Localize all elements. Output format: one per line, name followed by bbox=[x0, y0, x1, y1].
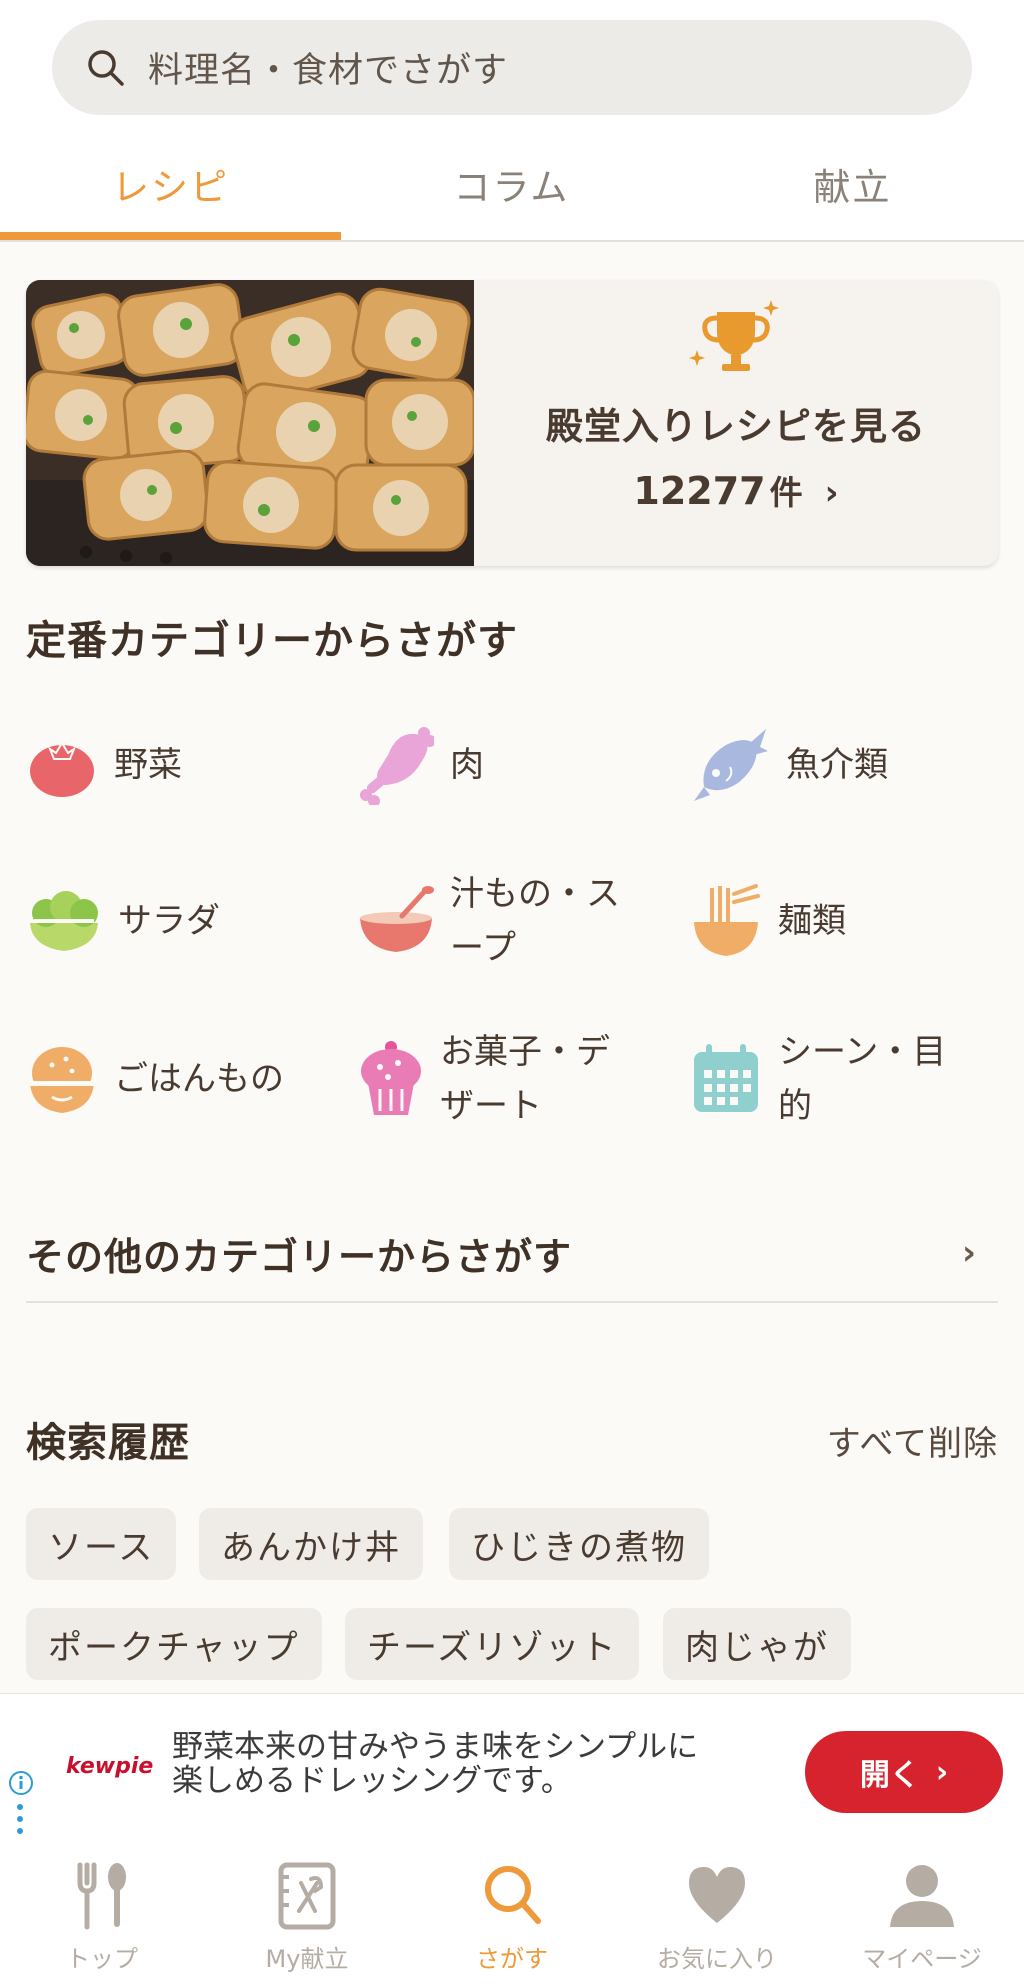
nav-label: My献立 bbox=[265, 1945, 349, 1973]
category-label: ごはんもの bbox=[114, 1059, 284, 1099]
chevron-right-icon: › bbox=[935, 1754, 949, 1790]
trophy-icon bbox=[689, 300, 779, 371]
category-label: 肉 bbox=[450, 745, 484, 785]
fork-knife-icon bbox=[77, 1862, 126, 1930]
tab-column[interactable]: コラム bbox=[341, 128, 682, 240]
heart-icon bbox=[689, 1867, 745, 1923]
hall-of-fame-banner[interactable]: 殿堂入りレシピを見る 12277 件 › bbox=[26, 280, 998, 566]
category-meat[interactable]: 肉 bbox=[358, 710, 678, 820]
category-label: サラダ bbox=[118, 901, 220, 941]
search-header: 料理名・食材でさがす bbox=[0, 0, 1024, 128]
hall-of-fame-count: 12277 bbox=[633, 469, 766, 513]
content-tabs: レシピ コラム 献立 bbox=[0, 128, 1024, 242]
nav-label: さがす bbox=[476, 1945, 548, 1973]
ad-text: 野菜本来の甘みやうま味をシンプルに 楽しめるドレッシングです。 bbox=[172, 1730, 772, 1798]
soup-icon bbox=[360, 886, 434, 952]
info-icon[interactable] bbox=[8, 1770, 34, 1796]
category-soup[interactable]: 汁もの・スープ bbox=[358, 866, 678, 976]
history-chip[interactable]: チーズリゾット bbox=[345, 1608, 640, 1680]
salad-icon bbox=[30, 891, 98, 951]
user-icon bbox=[890, 1865, 954, 1927]
fish-icon bbox=[694, 729, 768, 801]
chevron-right-icon: › bbox=[824, 473, 839, 513]
category-scene[interactable]: シーン・目的 bbox=[690, 1024, 1010, 1134]
category-label: お菓子・デザート bbox=[440, 1032, 610, 1126]
hall-of-fame-title: 殿堂入りレシピを見る bbox=[546, 405, 926, 448]
nav-item-my-page[interactable]: マイページ bbox=[820, 1847, 1024, 1984]
history-chip[interactable]: ソース bbox=[26, 1508, 177, 1580]
search-icon bbox=[88, 49, 124, 86]
cupcake-icon bbox=[361, 1041, 421, 1115]
category-rice-dishes[interactable]: ごはんもの bbox=[26, 1024, 346, 1134]
category-noodles[interactable]: 麺類 bbox=[690, 866, 1010, 976]
category-salad[interactable]: サラダ bbox=[26, 866, 346, 976]
more-options-icon[interactable] bbox=[17, 1804, 24, 1840]
hall-of-fame-count-row: 12277 件 › bbox=[474, 466, 998, 514]
nav-label: マイページ bbox=[862, 1945, 982, 1973]
nav-label: お気に入り bbox=[657, 1945, 777, 1973]
tab-recipe[interactable]: レシピ bbox=[0, 128, 341, 240]
category-label: 麺類 bbox=[778, 901, 846, 941]
spring-rolls-photo bbox=[26, 280, 474, 566]
ad-open-button[interactable]: 開く › bbox=[805, 1731, 1003, 1813]
meat-icon bbox=[360, 727, 434, 805]
chevron-right-icon: › bbox=[961, 1233, 976, 1273]
history-title: 検索履歴 bbox=[26, 1420, 190, 1466]
tomato-icon bbox=[30, 741, 94, 797]
ad-text-line: 野菜本来の甘みやうま味をシンプルに bbox=[172, 1729, 699, 1765]
category-vegetables[interactable]: 野菜 bbox=[26, 710, 346, 820]
ad-text-line: 楽しめるドレッシングです。 bbox=[172, 1763, 572, 1799]
history-chip[interactable]: ポークチャップ bbox=[26, 1608, 322, 1680]
category-label: シーン・目的 bbox=[778, 1032, 947, 1126]
menu-book-icon bbox=[278, 1862, 336, 1930]
noodles-icon bbox=[694, 884, 760, 956]
nav-item-search[interactable]: さがす bbox=[410, 1847, 614, 1984]
ad-banner[interactable]: kewpie 野菜本来の甘みやうま味をシンプルに 楽しめるドレッシングです。 開… bbox=[0, 1693, 1024, 1848]
search-input[interactable]: 料理名・食材でさがす bbox=[52, 20, 972, 115]
bottom-navigation: トップ My献立 さがす お気に入り マイページ bbox=[0, 1847, 1024, 1984]
nav-item-top[interactable]: トップ bbox=[0, 1847, 204, 1984]
category-label: 野菜 bbox=[114, 745, 182, 785]
category-seafood[interactable]: 魚介類 bbox=[690, 710, 1010, 820]
hall-of-fame-unit: 件 bbox=[769, 473, 803, 512]
calendar-icon bbox=[694, 1044, 758, 1112]
search-placeholder: 料理名・食材でさがす bbox=[148, 51, 509, 91]
category-sweets[interactable]: お菓子・デザート bbox=[358, 1024, 678, 1134]
ad-brand-logo: kewpie bbox=[66, 1754, 154, 1779]
search-icon bbox=[485, 1866, 541, 1924]
other-categories-link[interactable]: その他のカテゴリーからさがす › bbox=[26, 1205, 998, 1303]
history-chip[interactable]: ひじきの煮物 bbox=[449, 1508, 709, 1580]
category-label: 魚介類 bbox=[786, 745, 888, 785]
ad-open-label: 開く bbox=[859, 1758, 920, 1793]
hall-of-fame-info: 殿堂入りレシピを見る 12277 件 › bbox=[474, 280, 998, 566]
nav-item-my-menu[interactable]: My献立 bbox=[205, 1847, 409, 1984]
nav-item-favorites[interactable]: お気に入り bbox=[615, 1847, 819, 1984]
nav-label: トップ bbox=[66, 1945, 138, 1973]
clear-history-button[interactable]: すべて削除 bbox=[827, 1416, 998, 1465]
tab-menu[interactable]: 献立 bbox=[682, 128, 1023, 240]
other-categories-label: その他のカテゴリーからさがす bbox=[26, 1234, 573, 1279]
history-chip[interactable]: あんかけ丼 bbox=[199, 1508, 423, 1580]
history-chip[interactable]: 肉じゃが bbox=[663, 1608, 851, 1680]
category-label: 汁もの・スープ bbox=[450, 874, 620, 968]
tab-active-indicator bbox=[0, 232, 341, 240]
rice-bowl-icon bbox=[30, 1047, 94, 1113]
categories-title: 定番カテゴリーからさがす bbox=[26, 618, 518, 664]
